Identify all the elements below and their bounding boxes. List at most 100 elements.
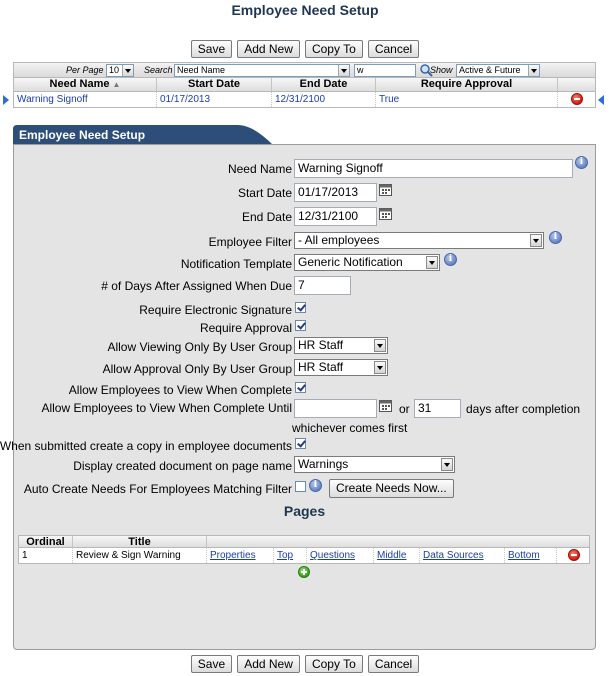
require-esig-label: Require Electronic Signature: [139, 303, 292, 317]
delete-icon[interactable]: [568, 549, 580, 561]
days-due-input[interactable]: 7: [294, 276, 351, 295]
save-button[interactable]: Save: [190, 40, 233, 58]
cancel-button[interactable]: Cancel: [367, 40, 420, 58]
per-page-label: Per Page: [66, 65, 104, 75]
copy-to-button[interactable]: Copy To: [304, 655, 363, 673]
delete-icon[interactable]: [571, 93, 583, 105]
auto-create-checkbox[interactable]: [295, 481, 306, 492]
chevron-down-icon: [374, 361, 386, 374]
chevron-down-icon: [338, 65, 349, 76]
search-field-select[interactable]: Need Name: [174, 64, 350, 77]
days-due-label: # of Days After Assigned When Due: [101, 279, 292, 293]
table-row[interactable]: Warning Signoff 01/17/2013 12/31/2100 Tr…: [13, 92, 596, 108]
table-row[interactable]: 1 Review & Sign Warning Properties Top Q…: [18, 548, 590, 564]
info-icon[interactable]: i: [309, 479, 322, 492]
cell-need-name[interactable]: Warning Signoff: [14, 92, 157, 107]
cancel-button[interactable]: Cancel: [367, 655, 420, 673]
chevron-down-icon: [528, 65, 539, 76]
whichever-first-text: whichever comes first: [292, 421, 408, 435]
start-date-label: Start Date: [237, 186, 292, 200]
cell-require-approval[interactable]: True: [376, 92, 558, 107]
search-input[interactable]: w: [354, 64, 416, 77]
row-pointer-right-icon: [598, 95, 604, 105]
top-link[interactable]: Top: [277, 550, 293, 561]
cell-start-date[interactable]: 01/17/2013: [157, 92, 272, 107]
display-doc-row: Display created document on page name Wa…: [14, 456, 597, 476]
save-button[interactable]: Save: [190, 655, 233, 673]
info-icon[interactable]: i: [575, 156, 588, 169]
require-approval-checkbox[interactable]: [295, 320, 306, 331]
need-name-input[interactable]: Warning Signoff: [294, 159, 573, 178]
allow-approval-select[interactable]: HR Staff: [294, 359, 388, 376]
pages-grid-header: Ordinal Title: [18, 535, 590, 548]
info-icon[interactable]: i: [444, 253, 457, 266]
calendar-icon[interactable]: [379, 183, 393, 196]
need-name-row: Need Name Warning Signoff i: [14, 156, 597, 179]
allow-view-complete-label: Allow Employees to View When Complete: [68, 383, 292, 397]
cell-title[interactable]: Review & Sign Warning: [73, 548, 207, 563]
allow-viewing-select[interactable]: HR Staff: [294, 337, 388, 354]
add-new-button[interactable]: Add New: [237, 40, 300, 58]
start-date-input[interactable]: 01/17/2013: [294, 183, 377, 202]
search-label: Search: [144, 65, 173, 75]
questions-link[interactable]: Questions: [310, 550, 355, 561]
allow-viewing-row: Allow Viewing Only By User Group HR Staf…: [14, 337, 597, 357]
allow-approval-label: Allow Approval Only By User Group: [102, 362, 292, 376]
column-header-require-approval[interactable]: Require Approval: [376, 78, 558, 91]
end-date-label: End Date: [241, 210, 292, 224]
or-text: or: [399, 402, 410, 416]
calendar-icon[interactable]: [379, 207, 393, 220]
per-page-select[interactable]: 10: [106, 64, 134, 77]
add-page-icon[interactable]: [298, 566, 310, 578]
allow-view-complete-row: Allow Employees to View When Complete: [14, 380, 597, 400]
notification-template-row: Notification Template Generic Notificati…: [14, 253, 597, 274]
view-until-date-input[interactable]: [294, 399, 377, 418]
start-date-row: Start Date 01/17/2013: [14, 183, 597, 203]
require-approval-label: Require Approval: [199, 321, 292, 335]
days-after-completion-input[interactable]: 31: [414, 399, 461, 418]
auto-create-row: Auto Create Needs For Employees Matching…: [14, 479, 597, 499]
auto-create-label: Auto Create Needs For Employees Matching…: [23, 482, 292, 496]
end-date-row: End Date 12/31/2100: [14, 207, 597, 227]
require-esig-checkbox[interactable]: [295, 302, 306, 313]
column-header-start-date[interactable]: Start Date: [157, 78, 272, 91]
submitted-copy-checkbox[interactable]: [295, 438, 306, 449]
column-header-title[interactable]: Title: [73, 536, 207, 548]
employee-filter-label: Employee Filter: [208, 235, 292, 249]
chevron-down-icon: [426, 256, 438, 269]
allow-view-until-label: Allow Employees to View When Complete Un…: [41, 401, 292, 415]
display-doc-select[interactable]: Warnings: [294, 456, 455, 473]
delete-row-cell: [558, 92, 596, 107]
info-icon[interactable]: i: [549, 231, 562, 244]
bottom-link[interactable]: Bottom: [508, 550, 540, 561]
require-esig-row: Require Electronic Signature: [14, 300, 597, 320]
add-new-button[interactable]: Add New: [237, 655, 300, 673]
column-header-need-name[interactable]: Need Name ▲: [14, 78, 157, 91]
column-header-end-date[interactable]: End Date: [272, 78, 376, 91]
sort-asc-icon: ▲: [112, 80, 121, 89]
data-sources-link[interactable]: Data Sources: [423, 550, 484, 561]
create-needs-now-button[interactable]: Create Needs Now...: [329, 479, 454, 498]
properties-link[interactable]: Properties: [210, 550, 256, 561]
allow-view-complete-checkbox[interactable]: [295, 382, 306, 393]
calendar-icon[interactable]: [379, 399, 393, 412]
column-header-ordinal[interactable]: Ordinal: [19, 536, 73, 548]
notification-template-select[interactable]: Generic Notification: [294, 254, 440, 271]
chevron-down-icon: [441, 458, 453, 471]
end-date-input[interactable]: 12/31/2100: [294, 207, 377, 226]
require-approval-row: Require Approval: [14, 318, 597, 338]
panel-title: Employee Need Setup: [19, 128, 146, 142]
days-due-row: # of Days After Assigned When Due 7: [14, 276, 597, 296]
cell-end-date[interactable]: 12/31/2100: [272, 92, 376, 107]
chevron-down-icon: [122, 65, 133, 76]
show-label: Show: [430, 65, 453, 75]
notification-template-label: Notification Template: [180, 257, 292, 271]
middle-link[interactable]: Middle: [377, 550, 406, 561]
show-select[interactable]: Active & Future: [456, 64, 540, 77]
copy-to-button[interactable]: Copy To: [304, 40, 363, 58]
submitted-copy-label: When submitted create a copy in employee…: [0, 439, 292, 453]
employee-filter-row: Employee Filter - All employees i: [14, 231, 597, 252]
page-title: Employee Need Setup: [231, 2, 379, 18]
grid-header: Need Name ▲ Start Date End Date Require …: [13, 78, 596, 92]
employee-filter-select[interactable]: - All employees: [294, 232, 544, 249]
